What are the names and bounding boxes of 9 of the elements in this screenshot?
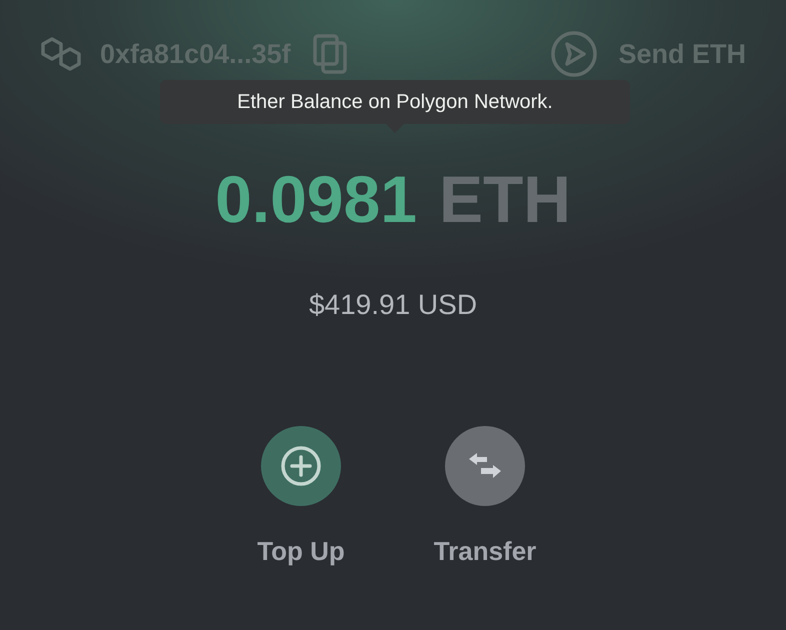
action-label: Top Up xyxy=(257,535,345,568)
balance-unit: ETH xyxy=(438,166,571,232)
plus-circle-icon xyxy=(280,445,322,487)
transfer-arrows-icon xyxy=(467,451,503,481)
fiat-balance: $419.91 USD xyxy=(308,288,478,322)
balance-amount: 0.0981 xyxy=(215,166,417,232)
action-label: Transfer xyxy=(434,535,536,568)
tooltip: Ether Balance on Polygon Network. xyxy=(160,80,630,124)
polygon-logo-icon xyxy=(40,36,82,72)
